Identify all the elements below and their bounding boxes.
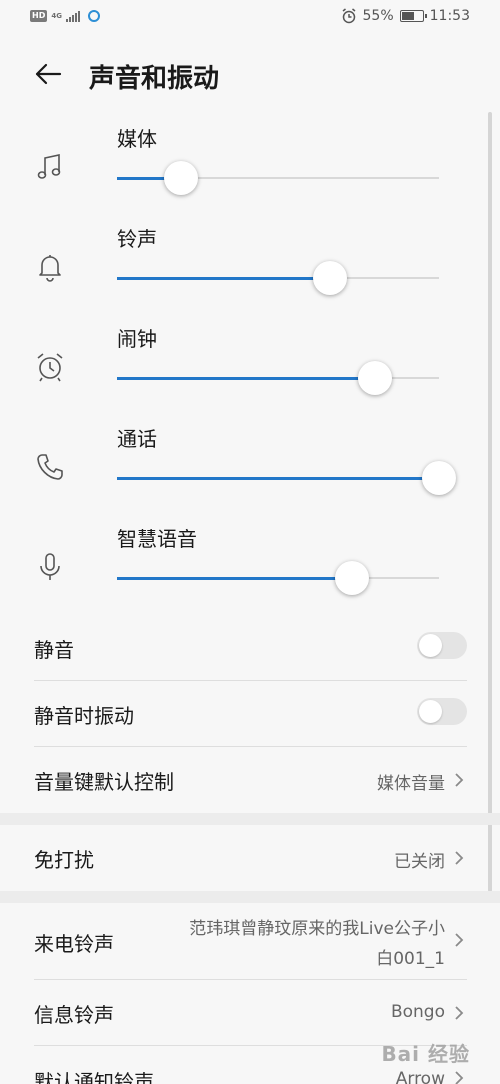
bell-icon — [39, 255, 61, 282]
slider-thumb[interactable] — [335, 561, 369, 595]
mute-toggle[interactable] — [417, 632, 467, 659]
notification-tone-value: Arrow — [395, 1069, 445, 1084]
vibrate-on-mute-row[interactable]: 静音时振动 — [34, 694, 467, 734]
alarm-clock-icon — [37, 353, 63, 382]
slider-thumb[interactable] — [422, 461, 456, 495]
page-title: 声音和振动 — [89, 64, 220, 94]
volume-row: 铃声 — [0, 217, 500, 317]
slider-fill — [117, 376, 375, 380]
slider-thumb[interactable] — [164, 161, 198, 195]
slider-thumb[interactable] — [313, 261, 347, 295]
slider-fill — [117, 576, 352, 580]
watermark-logo: Bai 经验 — [381, 1042, 470, 1066]
volume-slider[interactable] — [117, 461, 456, 495]
volume-label: 媒体 — [117, 127, 157, 151]
network-type: 4G — [51, 11, 62, 20]
slider-fill — [117, 276, 330, 280]
section-gap — [0, 891, 500, 903]
alarm-status-icon — [342, 8, 355, 24]
app-notification-icon — [87, 10, 100, 22]
ringtone-value-line2: 白001_1 — [376, 949, 445, 969]
volume-row: 媒体 — [0, 117, 500, 217]
microphone-icon — [40, 553, 60, 580]
dnd-label: 免打扰 — [34, 848, 94, 872]
volume-label: 闹钟 — [117, 327, 157, 351]
signal-icon — [65, 10, 80, 22]
message-tone-row[interactable]: 信息铃声 Bongo — [34, 993, 467, 1033]
volume-row: 智慧语音 — [0, 517, 500, 617]
status-left: HD 4G — [30, 10, 100, 22]
volume-label: 通话 — [117, 427, 157, 451]
ringtone-row[interactable]: 来电铃声 范玮琪曾静玟原来的我Live公子小 白001_1 — [34, 910, 467, 970]
message-tone-value: Bongo — [390, 1002, 445, 1022]
ringtone-label: 来电铃声 — [34, 932, 114, 956]
mute-row[interactable]: 静音 — [34, 628, 467, 668]
chevron-right-icon — [455, 851, 464, 865]
volume-slider[interactable] — [117, 561, 439, 595]
clock-time: 11:53 — [429, 8, 470, 24]
toggle-knob — [419, 634, 442, 657]
battery-percent: 55% — [362, 8, 394, 24]
toggle-knob — [419, 700, 442, 723]
volume-slider[interactable] — [117, 161, 439, 195]
chevron-right-icon — [455, 1006, 464, 1020]
volume-key-value: 媒体音量 — [377, 774, 445, 794]
chevron-right-icon — [455, 933, 464, 947]
hd-badge: HD — [30, 10, 48, 22]
chevron-right-icon — [455, 1071, 464, 1084]
volume-label: 铃声 — [117, 227, 157, 251]
back-arrow-icon[interactable] — [34, 62, 62, 86]
slider-fill — [117, 476, 439, 480]
volume-label: 智慧语音 — [117, 527, 197, 551]
dnd-row[interactable]: 免打扰 已关闭 — [34, 838, 467, 878]
notification-tone-label: 默认通知铃声 — [34, 1070, 154, 1084]
message-tone-label: 信息铃声 — [34, 1003, 114, 1027]
chevron-right-icon — [455, 773, 464, 787]
phone-icon — [37, 454, 63, 480]
mute-label: 静音 — [34, 638, 74, 662]
volume-key-row[interactable]: 音量键默认控制 媒体音量 — [34, 760, 467, 800]
battery-icon — [399, 10, 427, 22]
section-gap — [0, 813, 500, 825]
music-note-icon — [37, 154, 61, 179]
divider — [34, 979, 467, 980]
vibrate-on-mute-label: 静音时振动 — [34, 704, 134, 728]
dnd-value: 已关闭 — [394, 852, 445, 872]
slider-thumb[interactable] — [358, 361, 392, 395]
app-bar: 声音和振动 — [0, 50, 500, 100]
volume-row: 闹钟 — [0, 317, 500, 417]
divider — [34, 746, 467, 747]
volume-slider[interactable] — [117, 361, 439, 395]
vibrate-on-mute-toggle[interactable] — [417, 698, 467, 725]
divider — [34, 680, 467, 681]
status-right: 55% 11:53 — [341, 8, 470, 24]
volume-key-label: 音量键默认控制 — [34, 770, 174, 794]
volume-slider[interactable] — [117, 261, 439, 295]
volume-row: 通话 — [0, 417, 500, 517]
status-bar: HD 4G 55% 11:53 — [0, 0, 500, 34]
ringtone-value-line1: 范玮琪曾静玟原来的我Live公子小 — [189, 919, 445, 939]
